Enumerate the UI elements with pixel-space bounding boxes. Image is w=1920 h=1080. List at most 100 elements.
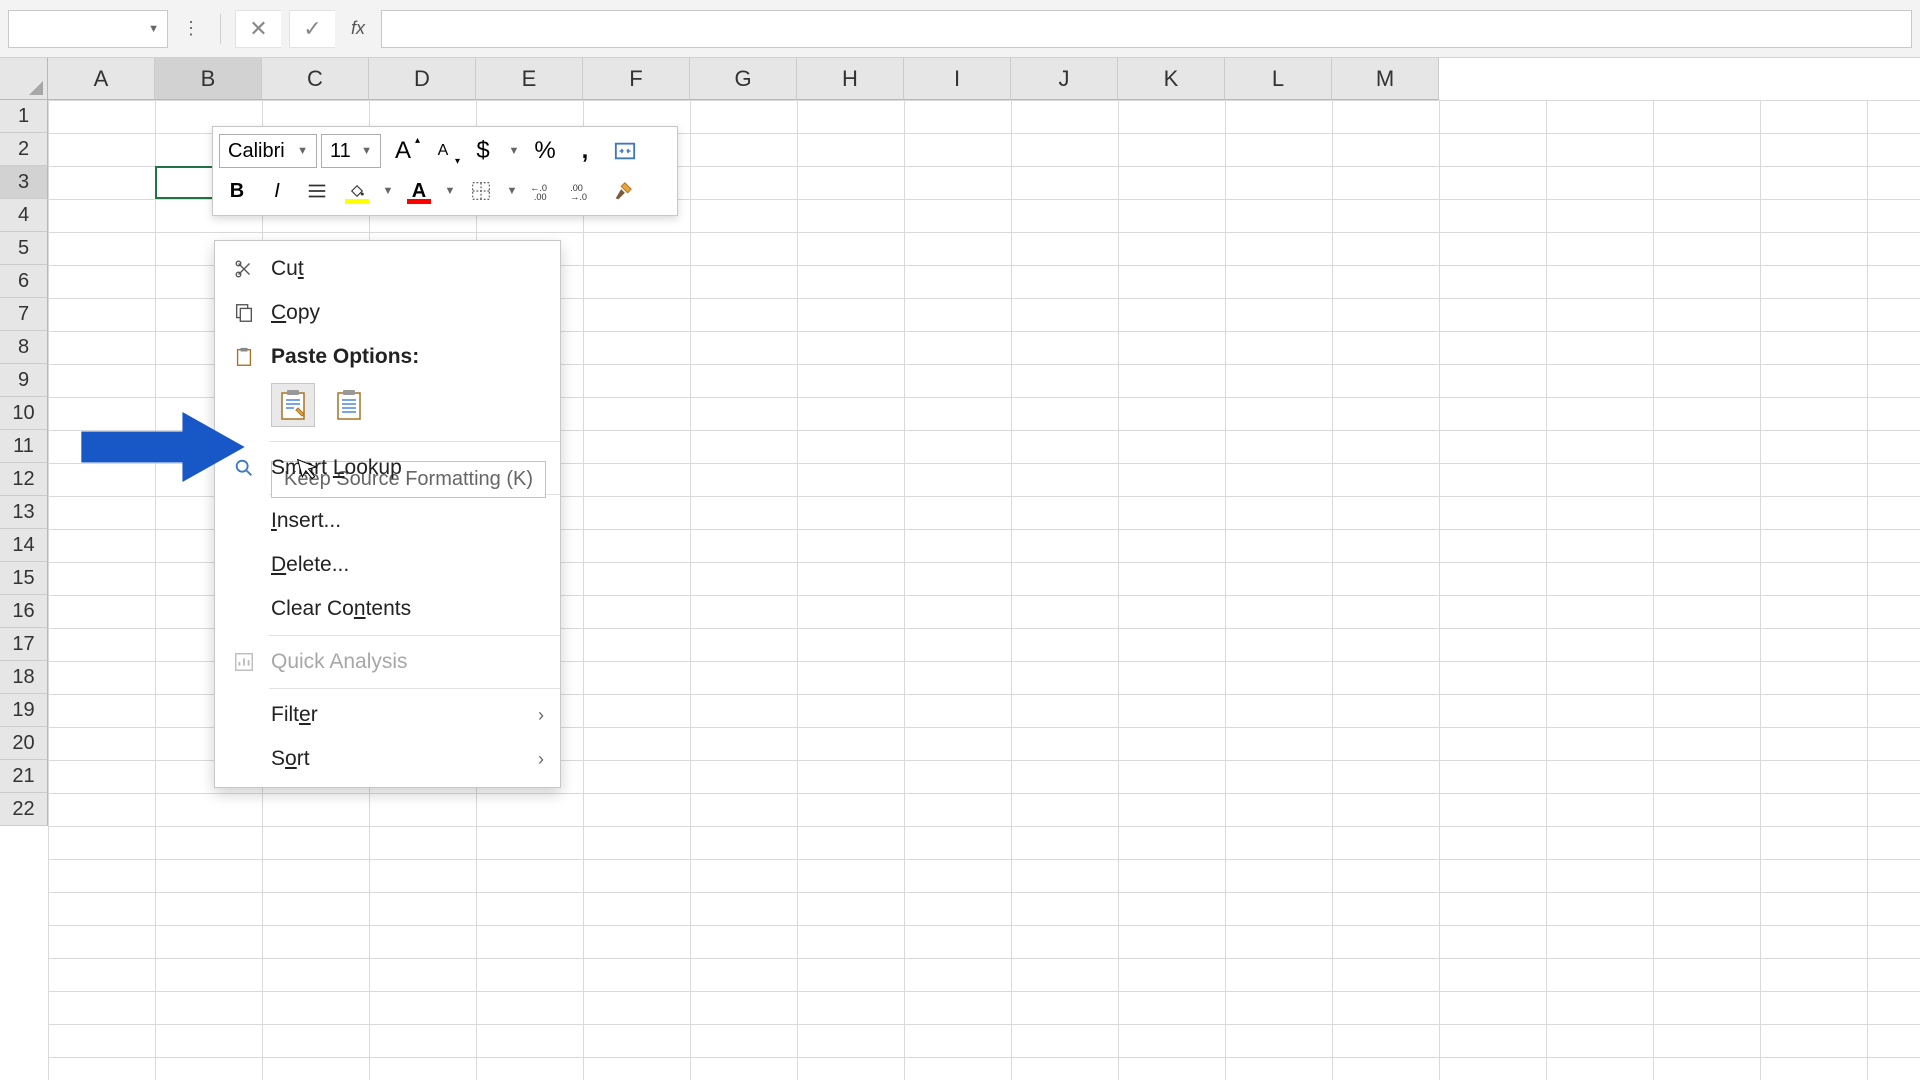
menu-filter[interactable]: Filter › xyxy=(215,693,560,737)
row-header[interactable]: 5 xyxy=(0,232,48,265)
name-box[interactable]: ▼ xyxy=(8,10,168,48)
bold-button[interactable]: B xyxy=(219,174,255,208)
accounting-format-button[interactable]: $ xyxy=(465,134,501,168)
row-header[interactable]: 22 xyxy=(0,793,48,826)
borders-icon xyxy=(470,180,492,202)
merge-icon xyxy=(613,140,637,162)
enter-button[interactable]: ✓ xyxy=(289,10,335,48)
row-header[interactable]: 18 xyxy=(0,661,48,694)
row-header[interactable]: 4 xyxy=(0,199,48,232)
mini-toolbar: Calibri ▼ 11 ▼ A ▴ A ▾ $ ▼ % , xyxy=(212,126,678,216)
column-header[interactable]: G xyxy=(690,58,797,100)
chevron-down-icon[interactable]: ▼ xyxy=(297,145,308,157)
italic-button[interactable]: I xyxy=(259,174,295,208)
row-header[interactable]: 9 xyxy=(0,364,48,397)
spreadsheet: ABCDEFGHIJKLM 12345678910111213141516171… xyxy=(0,58,1920,1080)
row-header[interactable]: 21 xyxy=(0,760,48,793)
menu-sort[interactable]: Sort › xyxy=(215,737,560,781)
borders-button[interactable] xyxy=(463,174,499,208)
column-header[interactable]: E xyxy=(476,58,583,100)
paste-keep-source-formatting[interactable] xyxy=(271,383,315,427)
chevron-down-icon[interactable]: ▼ xyxy=(505,134,523,168)
column-header[interactable]: D xyxy=(369,58,476,100)
row-header[interactable]: 7 xyxy=(0,298,48,331)
row-header[interactable]: 17 xyxy=(0,628,48,661)
percent-format-button[interactable]: % xyxy=(527,134,563,168)
paste-options-header: Paste Options: xyxy=(215,335,560,377)
menu-copy[interactable]: Copy xyxy=(215,291,560,335)
menu-smart-lookup-label: Smart Lookup xyxy=(271,456,402,480)
row-header[interactable]: 3 xyxy=(0,166,48,199)
comma-format-button[interactable]: , xyxy=(567,134,603,168)
decrease-decimal-icon: .00→.0 xyxy=(570,180,596,202)
scissors-icon xyxy=(231,257,257,281)
font-color-button[interactable]: A xyxy=(401,174,437,208)
row-header[interactable]: 15 xyxy=(0,562,48,595)
chevron-down-icon[interactable]: ▼ xyxy=(503,174,521,208)
column-headers: ABCDEFGHIJKLM xyxy=(48,58,1439,100)
svg-text:→.0: →.0 xyxy=(570,192,587,202)
column-header[interactable]: L xyxy=(1225,58,1332,100)
row-header[interactable]: 1 xyxy=(0,100,48,133)
chevron-right-icon: › xyxy=(538,749,544,770)
increase-font-button[interactable]: A ▴ xyxy=(385,134,421,168)
increase-decimal-button[interactable]: ←.0.00 xyxy=(525,174,561,208)
vertical-dots-icon[interactable]: ⋮ xyxy=(176,18,206,39)
row-header[interactable]: 20 xyxy=(0,727,48,760)
column-header[interactable]: B xyxy=(155,58,262,100)
menu-clear-contents[interactable]: Clear Contents xyxy=(215,587,560,631)
row-header[interactable]: 13 xyxy=(0,496,48,529)
decrease-decimal-button[interactable]: .00→.0 xyxy=(565,174,601,208)
row-header[interactable]: 11 xyxy=(0,430,48,463)
format-painter-button[interactable] xyxy=(605,174,641,208)
chevron-right-icon: › xyxy=(538,705,544,726)
clipboard-icon xyxy=(231,345,257,369)
column-header[interactable]: H xyxy=(797,58,904,100)
column-header[interactable]: M xyxy=(1332,58,1439,100)
menu-insert-label: Insert... xyxy=(271,509,341,533)
increase-decimal-icon: ←.0.00 xyxy=(530,180,556,202)
paste-options-row xyxy=(215,377,560,437)
chevron-down-icon[interactable]: ▼ xyxy=(379,174,397,208)
row-header[interactable]: 14 xyxy=(0,529,48,562)
menu-cut[interactable]: Cut xyxy=(215,247,560,291)
font-color-icon: A xyxy=(405,178,433,204)
decrease-font-button[interactable]: A ▾ xyxy=(425,134,461,168)
formula-bar: ▼ ⋮ ✕ ✓ fx xyxy=(0,0,1920,58)
row-headers: 12345678910111213141516171819202122 xyxy=(0,100,48,826)
row-header[interactable]: 8 xyxy=(0,331,48,364)
column-header[interactable]: K xyxy=(1118,58,1225,100)
chevron-down-icon[interactable]: ▼ xyxy=(361,145,372,157)
menu-smart-lookup[interactable]: Smart Lookup xyxy=(215,446,560,490)
menu-delete[interactable]: Delete... xyxy=(215,543,560,587)
row-header[interactable]: 12 xyxy=(0,463,48,496)
row-header[interactable]: 10 xyxy=(0,397,48,430)
column-header[interactable]: F xyxy=(583,58,690,100)
merge-center-button[interactable] xyxy=(607,134,643,168)
fx-label[interactable]: fx xyxy=(343,18,373,39)
font-size-select[interactable]: 11 ▼ xyxy=(321,134,381,168)
context-menu: Cut Copy Paste Options: xyxy=(214,240,561,788)
column-header[interactable]: C xyxy=(262,58,369,100)
menu-insert[interactable]: Insert... xyxy=(215,499,560,543)
cancel-button[interactable]: ✕ xyxy=(235,10,281,48)
blank-icon xyxy=(231,597,257,621)
menu-sort-label: Sort xyxy=(271,747,310,771)
font-name-select[interactable]: Calibri ▼ xyxy=(219,134,317,168)
column-header[interactable]: J xyxy=(1011,58,1118,100)
menu-clear-contents-label: Clear Contents xyxy=(271,597,411,621)
column-header[interactable]: I xyxy=(904,58,1011,100)
align-button[interactable] xyxy=(299,174,335,208)
chevron-down-icon[interactable]: ▼ xyxy=(148,23,159,35)
row-header[interactable]: 2 xyxy=(0,133,48,166)
row-header[interactable]: 19 xyxy=(0,694,48,727)
copy-icon xyxy=(231,301,257,325)
row-header[interactable]: 16 xyxy=(0,595,48,628)
select-all-corner[interactable] xyxy=(0,58,48,100)
row-header[interactable]: 6 xyxy=(0,265,48,298)
formula-input[interactable] xyxy=(381,10,1912,48)
column-header[interactable]: A xyxy=(48,58,155,100)
chevron-down-icon[interactable]: ▼ xyxy=(441,174,459,208)
fill-color-button[interactable] xyxy=(339,174,375,208)
paste-match-destination[interactable] xyxy=(327,383,371,427)
